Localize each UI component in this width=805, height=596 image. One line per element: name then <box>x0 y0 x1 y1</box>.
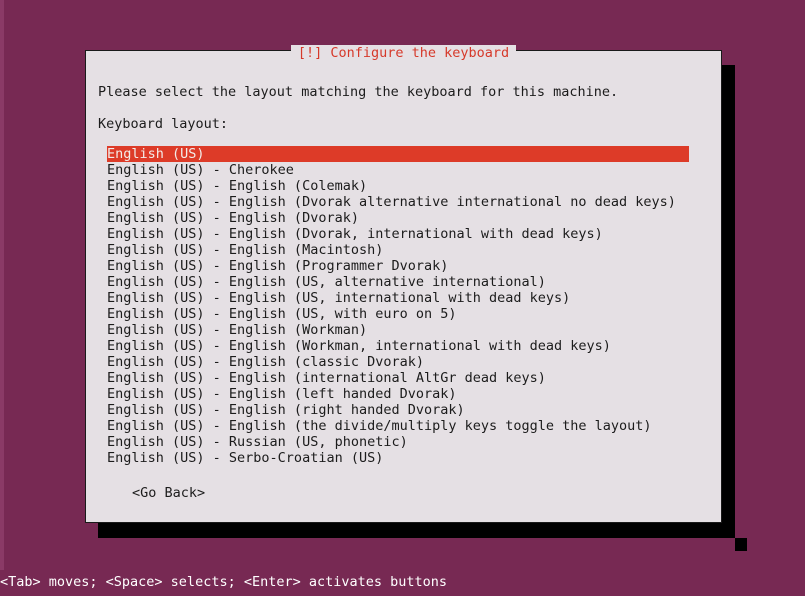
list-item[interactable]: English (US) - Russian (US, phonetic) <box>86 434 721 450</box>
list-item[interactable]: English (US) - English (Dvorak) <box>86 210 721 226</box>
list-item[interactable]: English (US) - Serbo-Croatian (US) <box>86 450 721 466</box>
list-item[interactable]: English (US) - English (US, alternative … <box>86 274 721 290</box>
list-item[interactable]: English (US) - English (right handed Dvo… <box>86 402 721 418</box>
list-item[interactable]: English (US) - English (left handed Dvor… <box>86 386 721 402</box>
list-item[interactable]: English (US) - English (US, internationa… <box>86 290 721 306</box>
list-item[interactable]: English (US) - English (classic Dvorak) <box>86 354 721 370</box>
keyboard-layout-list[interactable]: English (US) English (US) - Cherokee Engli… <box>86 146 721 466</box>
intro-text: Please select the layout matching the ke… <box>98 84 619 100</box>
list-item[interactable]: English (US) - English (Macintosh) <box>86 242 721 258</box>
list-item[interactable]: English (US) - English (international Al… <box>86 370 721 386</box>
go-back-button[interactable]: <Go Back> <box>132 485 205 501</box>
list-item[interactable]: English (US) <box>107 146 689 162</box>
configure-keyboard-dialog: [!] Configure the keyboard Please select… <box>85 45 722 523</box>
left-edge-strip <box>0 0 4 570</box>
list-item[interactable]: English (US) - English (Colemak) <box>86 178 721 194</box>
status-bar-help-text: <Tab> moves; <Space> selects; <Enter> ac… <box>0 574 448 590</box>
list-item[interactable]: English (US) - English (the divide/multi… <box>86 418 721 434</box>
list-item[interactable]: English (US) - English (Dvorak alternati… <box>86 194 721 210</box>
installer-screen: [!] Configure the keyboard Please select… <box>0 0 805 596</box>
status-bar: <Tab> moves; <Space> selects; <Enter> ac… <box>0 570 805 596</box>
list-item[interactable]: English (US) - English (Workman) <box>86 322 721 338</box>
list-item[interactable]: English (US) - English (Programmer Dvora… <box>86 258 721 274</box>
keyboard-layout-label: Keyboard layout: <box>98 116 229 132</box>
list-item[interactable]: English (US) - English (Dvorak, internat… <box>86 226 721 242</box>
dialog-body: Please select the layout matching the ke… <box>86 51 721 522</box>
shadow-corner-notch <box>735 538 747 551</box>
list-item[interactable]: English (US) - Cherokee <box>86 162 721 178</box>
list-item[interactable]: English (US) - English (Workman, interna… <box>86 338 721 354</box>
list-item[interactable]: English (US) - English (US, with euro on… <box>86 306 721 322</box>
